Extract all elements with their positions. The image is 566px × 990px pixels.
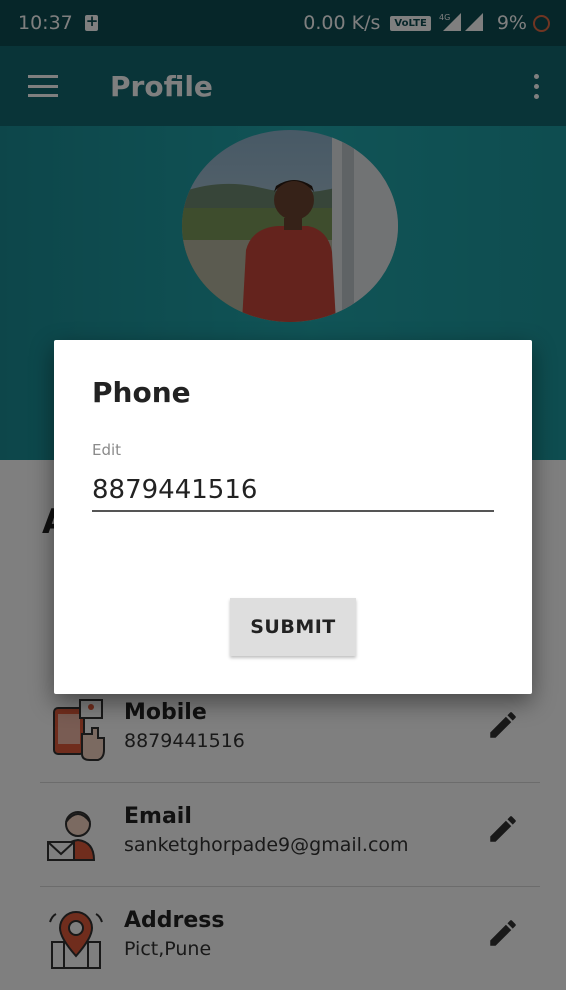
field-label: Edit	[92, 441, 122, 459]
submit-button[interactable]: SUBMIT	[230, 598, 356, 656]
phone-input[interactable]	[92, 470, 494, 512]
dialog-title: Phone	[92, 376, 191, 409]
profile-screen: 10:37 0.00 K/s VoLTE 4G 9% Profile	[0, 0, 566, 990]
edit-phone-dialog: Phone Edit SUBMIT	[54, 340, 532, 694]
